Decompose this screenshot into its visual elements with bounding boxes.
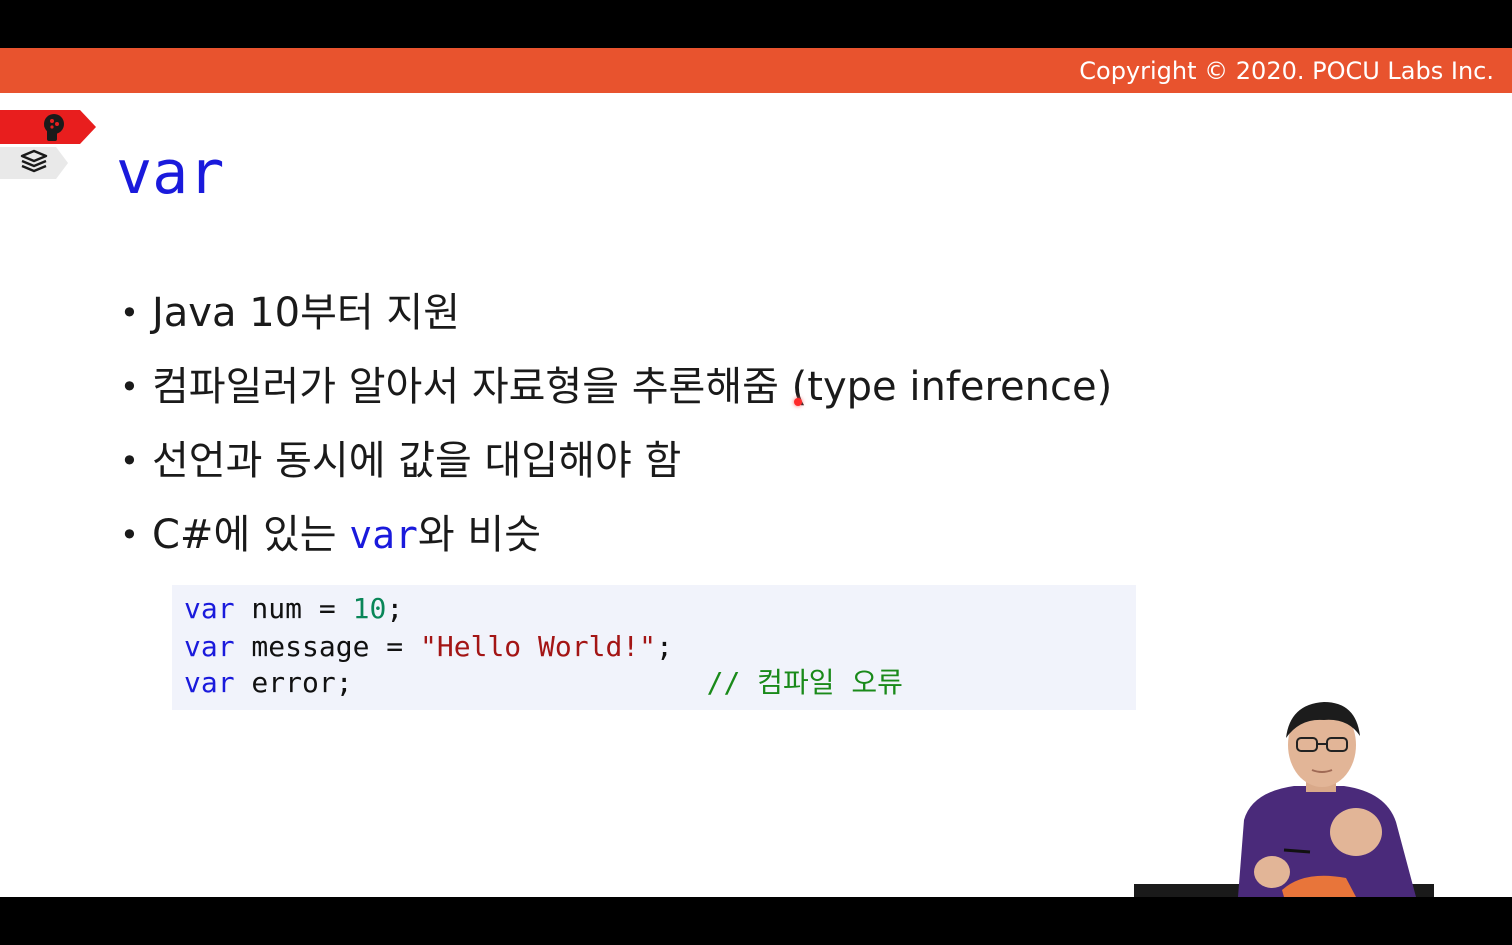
bullet-item: C#에 있는 var와 비슷: [118, 505, 1112, 579]
code-comment: // 컴파일 오류: [706, 666, 903, 699]
bullet-text: Java 10부터 지원: [152, 290, 461, 336]
code-line: var message = "Hello World!";: [184, 629, 673, 665]
code-keyword: var: [184, 630, 235, 663]
bullet-item: Java 10부터 지원: [118, 283, 1112, 357]
letterbox-bottom: [0, 897, 1512, 945]
copyright-text: Copyright © 2020. POCU Labs Inc.: [1079, 57, 1494, 85]
code-string: "Hello World!": [420, 630, 657, 663]
code-text: ;: [656, 630, 673, 663]
bullet-text: 컴파일러가 알아서 자료형을 추론해줌 (type inference): [152, 364, 1113, 410]
code-number: 10: [352, 592, 387, 625]
bullet-text: 선언과 동시에 값을 대입해야 함: [152, 438, 682, 484]
slide-title: var: [116, 138, 225, 208]
bullet-list: Java 10부터 지원 컴파일러가 알아서 자료형을 추론해줌 (type i…: [118, 283, 1112, 579]
book-stack-icon: [0, 147, 68, 179]
lecture-slide: Copyright © 2020. POCU Labs Inc. var • J…: [0, 48, 1512, 897]
code-line: var num = 10;: [184, 591, 403, 627]
code-keyword: var: [184, 666, 235, 699]
code-text: ;: [386, 592, 404, 625]
bullet-text-prefix: C#에 있는: [152, 512, 350, 558]
code-line: var error; // 컴파일 오류: [184, 665, 903, 701]
code-text: num =: [234, 592, 353, 625]
bullet-text-suffix: 와 비슷: [417, 512, 542, 558]
code-keyword: var: [184, 592, 235, 625]
slide-header-bar: Copyright © 2020. POCU Labs Inc.: [0, 48, 1512, 93]
code-spacing: [353, 666, 707, 699]
bullet-item: 컴파일러가 알아서 자료형을 추론해줌 (type inference): [118, 357, 1112, 431]
brain-head-icon: [0, 110, 96, 144]
laser-pointer-dot: [794, 398, 802, 406]
presenter-video: [1134, 702, 1434, 897]
bullet-item: 선언과 동시에 값을 대입해야 함: [118, 431, 1112, 505]
bullet-keyword: var: [349, 513, 418, 557]
video-frame: Copyright © 2020. POCU Labs Inc. var • J…: [0, 0, 1512, 945]
code-text: message =: [234, 630, 421, 663]
code-text: error;: [234, 666, 353, 699]
code-block: var num = 10; var message = "Hello World…: [172, 585, 1136, 710]
